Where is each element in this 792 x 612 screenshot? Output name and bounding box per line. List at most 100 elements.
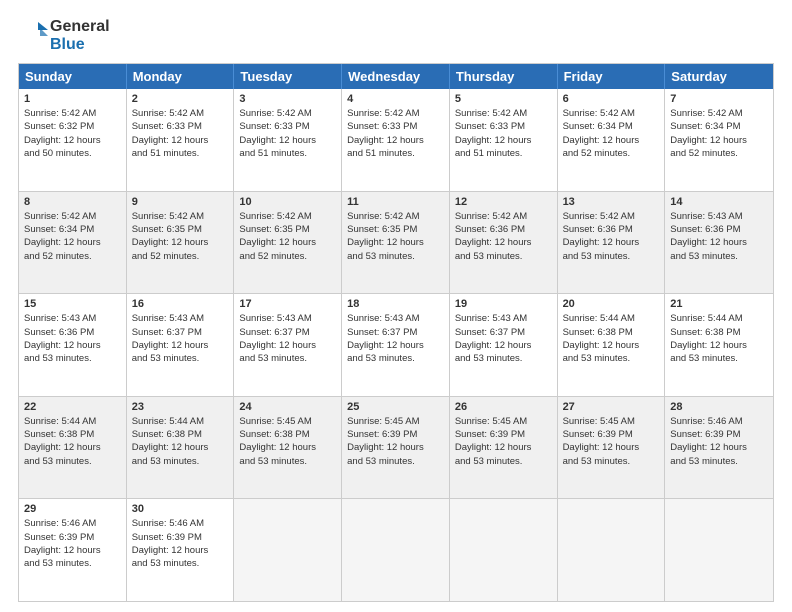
cell-info: Sunrise: 5:46 AM Sunset: 6:39 PM Dayligh… <box>24 517 121 570</box>
day-number: 4 <box>347 93 444 105</box>
day-number: 10 <box>239 196 336 208</box>
calendar-cell: 14 Sunrise: 5:43 AM Sunset: 6:36 PM Dayli… <box>665 192 773 294</box>
calendar-cell: 27 Sunrise: 5:45 AM Sunset: 6:39 PM Dayli… <box>558 397 666 499</box>
calendar-cell: 26 Sunrise: 5:45 AM Sunset: 6:39 PM Dayli… <box>450 397 558 499</box>
day-number: 8 <box>24 196 121 208</box>
calendar-cell: 24Sunrise: 5:45 AM Sunset: 6:38 PM Dayli… <box>234 397 342 499</box>
calendar: SundayMondayTuesdayWednesdayThursdayFrid… <box>18 63 774 602</box>
day-number: 16 <box>132 298 229 310</box>
calendar-cell: 17Sunrise: 5:43 AM Sunset: 6:37 PM Dayli… <box>234 294 342 396</box>
page: General Blue SundayMondayTuesdayWednesda… <box>0 0 792 612</box>
cell-info: Sunrise: 5:42 AM Sunset: 6:33 PM Dayligh… <box>455 107 552 160</box>
calendar-week-row: 29 Sunrise: 5:46 AM Sunset: 6:39 PM Dayli… <box>19 498 773 601</box>
header: General Blue <box>18 18 774 53</box>
cell-info: Sunrise: 5:45 AM Sunset: 6:39 PM Dayligh… <box>347 415 444 468</box>
calendar-cell: 2Sunrise: 5:42 AM Sunset: 6:33 PM Daylig… <box>127 89 235 191</box>
calendar-cell: 9 Sunrise: 5:42 AM Sunset: 6:35 PM Daylig… <box>127 192 235 294</box>
calendar-cell: 21 Sunrise: 5:44 AM Sunset: 6:38 PM Dayli… <box>665 294 773 396</box>
calendar-cell: 13Sunrise: 5:42 AM Sunset: 6:36 PM Dayli… <box>558 192 666 294</box>
day-number: 1 <box>24 93 121 105</box>
calendar-body: 1 Sunrise: 5:42 AM Sunset: 6:32 PM Daylig… <box>19 89 773 601</box>
cell-info: Sunrise: 5:45 AM Sunset: 6:39 PM Dayligh… <box>455 415 552 468</box>
calendar-header-day: Friday <box>558 64 666 89</box>
cell-info: Sunrise: 5:42 AM Sunset: 6:35 PM Dayligh… <box>347 210 444 263</box>
cell-info: Sunrise: 5:45 AM Sunset: 6:39 PM Dayligh… <box>563 415 660 468</box>
cell-info: Sunrise: 5:42 AM Sunset: 6:32 PM Dayligh… <box>24 107 121 160</box>
cell-info: Sunrise: 5:42 AM Sunset: 6:36 PM Dayligh… <box>455 210 552 263</box>
cell-info: Sunrise: 5:42 AM Sunset: 6:35 PM Dayligh… <box>132 210 229 263</box>
calendar-cell: 29 Sunrise: 5:46 AM Sunset: 6:39 PM Dayli… <box>19 499 127 601</box>
calendar-cell: 3 Sunrise: 5:42 AM Sunset: 6:33 PM Daylig… <box>234 89 342 191</box>
calendar-cell: 30 Sunrise: 5:46 AM Sunset: 6:39 PM Dayli… <box>127 499 235 601</box>
cell-info: Sunrise: 5:43 AM Sunset: 6:36 PM Dayligh… <box>670 210 768 263</box>
calendar-cell: 22 Sunrise: 5:44 AM Sunset: 6:38 PM Dayli… <box>19 397 127 499</box>
day-number: 3 <box>239 93 336 105</box>
calendar-cell: 11 Sunrise: 5:42 AM Sunset: 6:35 PM Dayli… <box>342 192 450 294</box>
generalblue-icon <box>18 20 50 52</box>
calendar-cell: 8Sunrise: 5:42 AM Sunset: 6:34 PM Daylig… <box>19 192 127 294</box>
day-number: 7 <box>670 93 768 105</box>
day-number: 21 <box>670 298 768 310</box>
calendar-cell: 12 Sunrise: 5:42 AM Sunset: 6:36 PM Dayli… <box>450 192 558 294</box>
calendar-week-row: 8Sunrise: 5:42 AM Sunset: 6:34 PM Daylig… <box>19 191 773 294</box>
day-number: 23 <box>132 401 229 413</box>
day-number: 26 <box>455 401 552 413</box>
cell-info: Sunrise: 5:46 AM Sunset: 6:39 PM Dayligh… <box>132 517 229 570</box>
logo: General Blue <box>18 18 110 53</box>
calendar-cell: 28 Sunrise: 5:46 AM Sunset: 6:39 PM Dayli… <box>665 397 773 499</box>
calendar-cell: 6Sunrise: 5:42 AM Sunset: 6:34 PM Daylig… <box>558 89 666 191</box>
day-number: 5 <box>455 93 552 105</box>
day-number: 30 <box>132 503 229 515</box>
day-number: 22 <box>24 401 121 413</box>
day-number: 2 <box>132 93 229 105</box>
calendar-cell <box>450 499 558 601</box>
day-number: 28 <box>670 401 768 413</box>
calendar-header-day: Saturday <box>665 64 773 89</box>
day-number: 27 <box>563 401 660 413</box>
cell-info: Sunrise: 5:46 AM Sunset: 6:39 PM Dayligh… <box>670 415 768 468</box>
cell-info: Sunrise: 5:42 AM Sunset: 6:34 PM Dayligh… <box>563 107 660 160</box>
calendar-cell: 25Sunrise: 5:45 AM Sunset: 6:39 PM Dayli… <box>342 397 450 499</box>
day-number: 13 <box>563 196 660 208</box>
cell-info: Sunrise: 5:45 AM Sunset: 6:38 PM Dayligh… <box>239 415 336 468</box>
calendar-cell <box>665 499 773 601</box>
calendar-header-day: Wednesday <box>342 64 450 89</box>
cell-info: Sunrise: 5:44 AM Sunset: 6:38 PM Dayligh… <box>24 415 121 468</box>
logo-blue: Blue <box>50 36 110 54</box>
day-number: 11 <box>347 196 444 208</box>
day-number: 12 <box>455 196 552 208</box>
calendar-cell <box>234 499 342 601</box>
cell-info: Sunrise: 5:43 AM Sunset: 6:37 PM Dayligh… <box>132 312 229 365</box>
calendar-cell: 4 Sunrise: 5:42 AM Sunset: 6:33 PM Daylig… <box>342 89 450 191</box>
day-number: 18 <box>347 298 444 310</box>
cell-info: Sunrise: 5:42 AM Sunset: 6:34 PM Dayligh… <box>670 107 768 160</box>
day-number: 19 <box>455 298 552 310</box>
day-number: 9 <box>132 196 229 208</box>
cell-info: Sunrise: 5:42 AM Sunset: 6:33 PM Dayligh… <box>239 107 336 160</box>
day-number: 29 <box>24 503 121 515</box>
logo-general: General <box>50 18 110 36</box>
calendar-cell <box>558 499 666 601</box>
calendar-cell: 23Sunrise: 5:44 AM Sunset: 6:38 PM Dayli… <box>127 397 235 499</box>
calendar-header-day: Sunday <box>19 64 127 89</box>
calendar-header-day: Tuesday <box>234 64 342 89</box>
cell-info: Sunrise: 5:44 AM Sunset: 6:38 PM Dayligh… <box>670 312 768 365</box>
calendar-week-row: 15Sunrise: 5:43 AM Sunset: 6:36 PM Dayli… <box>19 293 773 396</box>
calendar-week-row: 22 Sunrise: 5:44 AM Sunset: 6:38 PM Dayli… <box>19 396 773 499</box>
calendar-cell: 1 Sunrise: 5:42 AM Sunset: 6:32 PM Daylig… <box>19 89 127 191</box>
calendar-header-day: Monday <box>127 64 235 89</box>
calendar-cell: 16 Sunrise: 5:43 AM Sunset: 6:37 PM Dayli… <box>127 294 235 396</box>
calendar-cell: 20 Sunrise: 5:44 AM Sunset: 6:38 PM Dayli… <box>558 294 666 396</box>
cell-info: Sunrise: 5:42 AM Sunset: 6:35 PM Dayligh… <box>239 210 336 263</box>
cell-info: Sunrise: 5:42 AM Sunset: 6:33 PM Dayligh… <box>347 107 444 160</box>
cell-info: Sunrise: 5:43 AM Sunset: 6:36 PM Dayligh… <box>24 312 121 365</box>
calendar-cell: 18 Sunrise: 5:43 AM Sunset: 6:37 PM Dayli… <box>342 294 450 396</box>
day-number: 20 <box>563 298 660 310</box>
day-number: 14 <box>670 196 768 208</box>
calendar-cell: 5 Sunrise: 5:42 AM Sunset: 6:33 PM Daylig… <box>450 89 558 191</box>
calendar-cell <box>342 499 450 601</box>
calendar-header-day: Thursday <box>450 64 558 89</box>
cell-info: Sunrise: 5:43 AM Sunset: 6:37 PM Dayligh… <box>347 312 444 365</box>
cell-info: Sunrise: 5:43 AM Sunset: 6:37 PM Dayligh… <box>455 312 552 365</box>
cell-info: Sunrise: 5:44 AM Sunset: 6:38 PM Dayligh… <box>563 312 660 365</box>
